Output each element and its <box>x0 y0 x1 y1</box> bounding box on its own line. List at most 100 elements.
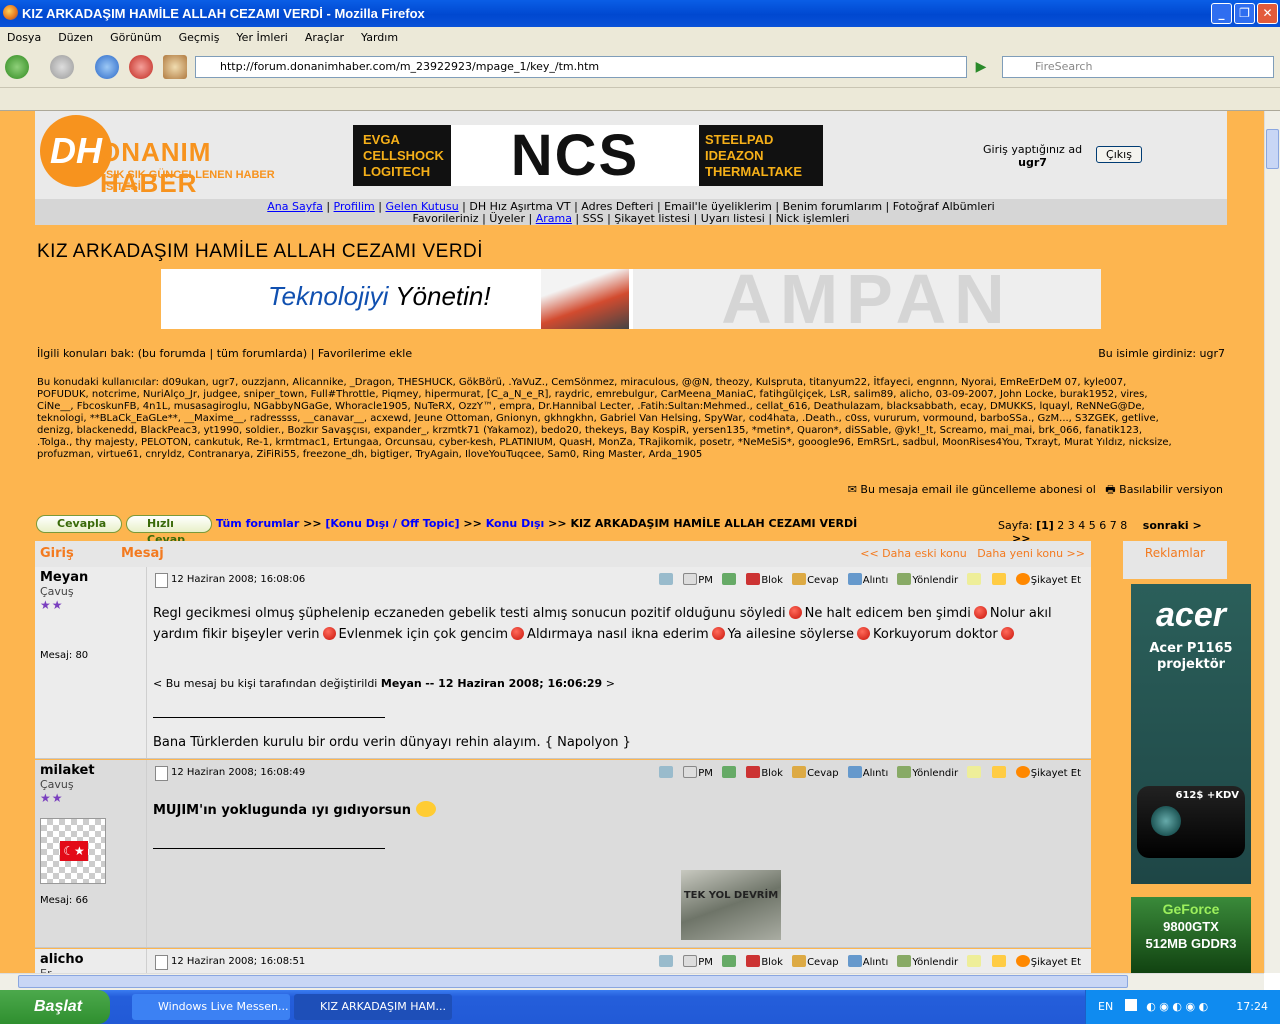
pm-button[interactable]: PM <box>683 573 713 586</box>
horizontal-scrollbar[interactable] <box>0 973 1264 990</box>
nav-link-home[interactable]: Ana Sayfa <box>267 200 323 213</box>
email-icon[interactable] <box>659 955 674 968</box>
folder-icon[interactable] <box>991 573 1007 586</box>
block-button[interactable]: Blok <box>746 573 783 586</box>
vertical-scrollbar[interactable] <box>1264 111 1280 973</box>
vertical-scroll-thumb[interactable] <box>1266 129 1279 169</box>
post-username[interactable]: alicho <box>40 952 141 967</box>
pager-page[interactable]: 5 <box>1089 519 1096 532</box>
start-button[interactable]: Başlat <box>0 990 110 1024</box>
pager-page[interactable]: 4 <box>1078 519 1085 532</box>
print-link[interactable]: Basılabilir versiyon <box>1119 483 1223 496</box>
home-icon[interactable] <box>163 55 187 79</box>
horizontal-scroll-thumb[interactable] <box>18 975 1128 988</box>
forward-button[interactable]: Yönlendir <box>897 573 958 586</box>
nav-link-complaints[interactable]: Şikayet listesi <box>614 212 690 225</box>
pager-next[interactable]: sonraki > <box>1143 519 1202 532</box>
email-subscribe-link[interactable]: Bu mesaja email ile güncelleme abonesi o… <box>860 483 1095 496</box>
quote-button[interactable]: Alıntı <box>847 955 888 968</box>
report-button[interactable]: Şikayet Et <box>1015 766 1081 779</box>
print-icon[interactable]: 🖶 <box>1105 483 1115 496</box>
reload-icon[interactable] <box>95 55 119 79</box>
geforce-ad[interactable]: GeForce 9800GTX 512MB GDDR3 <box>1131 897 1251 973</box>
menu-history[interactable]: Geçmiş <box>179 31 220 44</box>
buddy-icon[interactable] <box>722 573 737 586</box>
nav-link-members[interactable]: Üyeler <box>489 212 525 225</box>
email-subscribe-icon[interactable]: ✉ <box>848 483 857 496</box>
report-button[interactable]: Şikayet Et <box>1015 955 1081 968</box>
taskbar-messenger[interactable]: Windows Live Messen... <box>132 994 290 1020</box>
pager-page[interactable]: 2 <box>1057 519 1064 532</box>
pager-page[interactable]: 6 <box>1099 519 1106 532</box>
avatar[interactable]: ☾★ <box>40 818 106 884</box>
menu-view[interactable]: Görünüm <box>110 31 161 44</box>
quick-reply-button[interactable]: Hızlı Cevap <box>126 515 212 546</box>
breadcrumb-subforum[interactable]: Konu Dışı <box>486 517 545 530</box>
menu-file[interactable]: Dosya <box>7 31 41 44</box>
menu-edit[interactable]: Düzen <box>58 31 93 44</box>
minimize-button[interactable]: _ <box>1211 3 1232 24</box>
post-username[interactable]: milaket <box>40 763 141 778</box>
breadcrumb-all-forums[interactable]: Tüm forumlar <box>216 517 299 530</box>
menu-help[interactable]: Yardım <box>361 31 398 44</box>
buddy-icon[interactable] <box>722 766 737 779</box>
nav-link-favorites[interactable]: Favorileriniz <box>413 212 479 225</box>
reply-post-button[interactable]: Cevap <box>792 766 839 779</box>
nav-link-albums[interactable]: Fotoğraf Albümleri <box>893 200 995 213</box>
nav-link-profile[interactable]: Profilim <box>334 200 375 213</box>
related-topics[interactable]: İlgili konuları bak: (bu forumda | tüm f… <box>37 347 412 360</box>
report-button[interactable]: Şikayet Et <box>1015 573 1081 586</box>
close-button[interactable]: ✕ <box>1257 3 1278 24</box>
pager-page[interactable]: 7 <box>1110 519 1117 532</box>
stop-icon[interactable] <box>129 55 153 79</box>
menu-tools[interactable]: Araçlar <box>305 31 344 44</box>
email-icon[interactable] <box>659 766 674 779</box>
reply-post-button[interactable]: Cevap <box>792 955 839 968</box>
folder-icon[interactable] <box>991 766 1007 779</box>
logout-button[interactable]: Çıkış <box>1096 146 1142 163</box>
tray-icons[interactable]: ◐ ◉ ◐ ◉ ◐ <box>1146 1000 1208 1013</box>
pm-button[interactable]: PM <box>683 766 713 779</box>
quote-button[interactable]: Alıntı <box>847 573 888 586</box>
maximize-button[interactable]: ❐ <box>1234 3 1255 24</box>
forward-icon[interactable] <box>50 55 74 79</box>
ad-banner[interactable]: Teknolojiyi Yönetin! AMPAN <box>161 264 1101 334</box>
note-icon[interactable] <box>967 766 982 779</box>
note-icon[interactable] <box>967 955 982 968</box>
nav-link-search[interactable]: Arama <box>536 212 572 225</box>
search-input[interactable]: FireSearch <box>1002 56 1274 78</box>
buddy-icon[interactable] <box>722 955 737 968</box>
pager-page[interactable]: 3 <box>1068 519 1075 532</box>
help-tray-icon[interactable] <box>1124 999 1137 1011</box>
block-button[interactable]: Blok <box>746 955 783 968</box>
block-button[interactable]: Blok <box>746 766 783 779</box>
nav-link-faq[interactable]: SSS <box>583 212 604 225</box>
site-logo[interactable]: DH ONANIM HABER SIK SIK GÜNCELLENEN HABE… <box>40 115 280 198</box>
pager-page[interactable]: 8 <box>1120 519 1127 532</box>
taskbar-firefox[interactable]: KIZ ARKADAŞIM HAM... <box>294 994 452 1020</box>
forward-button[interactable]: Yönlendir <box>897 955 958 968</box>
post-username[interactable]: Meyan <box>40 570 141 585</box>
note-icon[interactable] <box>967 573 982 586</box>
quote-button[interactable]: Alıntı <box>847 766 888 779</box>
acer-ad[interactable]: acer Acer P1165 projektör 612$ +KDV <box>1131 584 1251 884</box>
breadcrumb: Tüm forumlar >> [Konu Dışı / Off Topic] … <box>216 517 857 530</box>
menu-bookmarks[interactable]: Yer İmleri <box>236 31 287 44</box>
reply-button[interactable]: Cevapla <box>36 515 122 533</box>
reply-post-button[interactable]: Cevap <box>792 573 839 586</box>
language-indicator[interactable]: EN <box>1098 1000 1113 1013</box>
newer-topic-link[interactable]: Daha yeni konu >> <box>977 547 1085 560</box>
pm-button[interactable]: PM <box>683 955 713 968</box>
email-icon[interactable] <box>659 573 674 586</box>
go-icon[interactable]: ▶ <box>970 56 992 78</box>
nav-link-warnings[interactable]: Uyarı listesi <box>701 212 765 225</box>
nav-link-nick[interactable]: Nick işlemleri <box>776 212 850 225</box>
forward-button[interactable]: Yönlendir <box>897 766 958 779</box>
address-bar[interactable]: http://forum.donanimhaber.com/m_23922923… <box>195 56 967 78</box>
edit-note-user: Meyan <box>380 677 422 690</box>
back-icon[interactable] <box>5 55 29 79</box>
folder-icon[interactable] <box>991 955 1007 968</box>
header-ad-banner[interactable]: EVGA CELLSHOCK LOGITECH NCS STEELPAD IDE… <box>353 125 823 186</box>
older-topic-link[interactable]: << Daha eski konu <box>860 547 966 560</box>
breadcrumb-category[interactable]: [Konu Dışı / Off Topic] <box>325 517 459 530</box>
